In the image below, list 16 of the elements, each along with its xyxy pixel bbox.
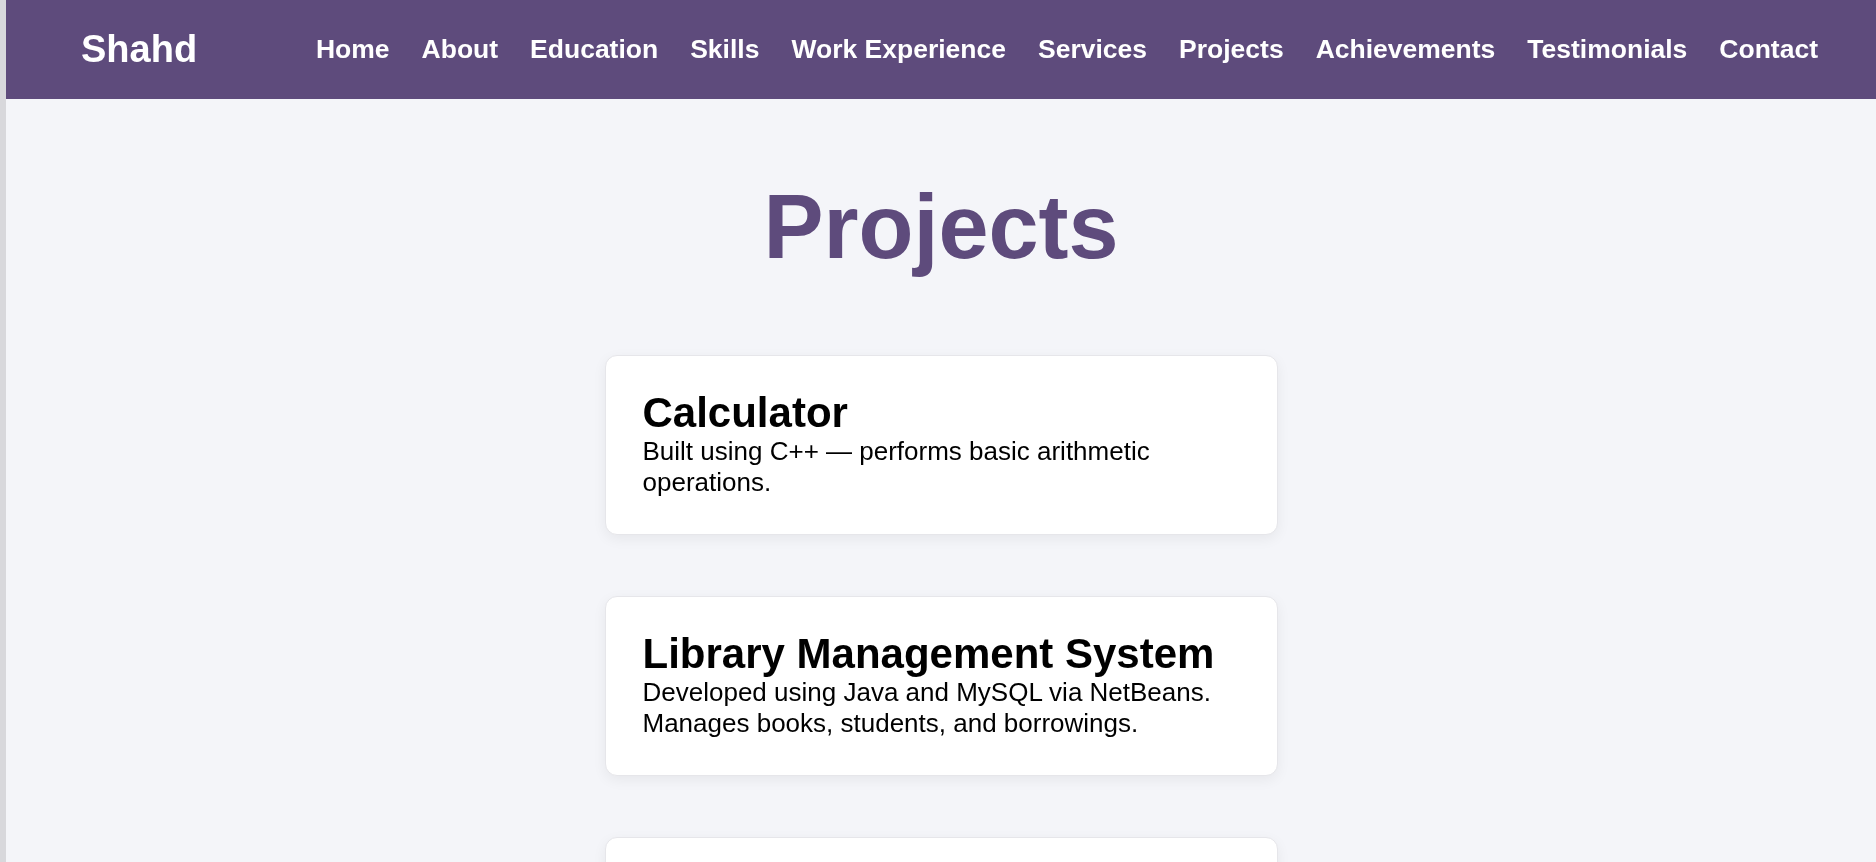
nav-link[interactable]: Home <box>315 29 390 70</box>
nav-link[interactable]: Projects <box>1179 29 1284 70</box>
project-description: Developed using Java and MySQL via NetBeans. Manages books, students, and borrowings. <box>642 677 1212 740</box>
brand-link[interactable]: Shahd <box>81 21 198 78</box>
nav-link[interactable]: Testimonials <box>1527 29 1688 70</box>
nav-link[interactable]: Services <box>1038 29 1148 70</box>
nav-link[interactable]: Education <box>530 29 659 70</box>
nav-link[interactable]: Achievements <box>1315 29 1496 70</box>
project-title: Library Management System <box>642 631 1216 678</box>
nav-link[interactable]: Skills <box>690 29 760 70</box>
nav-link[interactable]: Work Experience <box>791 29 1006 70</box>
section-heading: Projects <box>763 176 1119 279</box>
project-title: Calculator <box>642 390 849 437</box>
project-description: Built using C++ — performs basic arithmetic operations. <box>642 436 1151 499</box>
nav-link[interactable]: About <box>421 29 499 70</box>
nav-link[interactable]: Contact <box>1719 29 1818 70</box>
